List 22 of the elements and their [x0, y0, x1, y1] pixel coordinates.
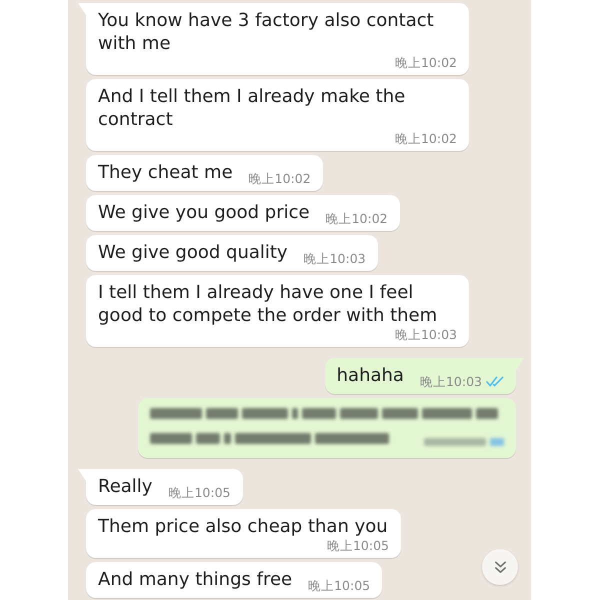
message-text: We give you good price	[98, 201, 310, 224]
message-text: I tell them I already have one I feel good to compete the order with them	[98, 281, 438, 327]
message-time: 晚上10:02	[248, 171, 311, 186]
message-text: hahaha	[336, 364, 404, 387]
message-time: 晚上10:05	[168, 485, 230, 500]
message-text: You know have 3 factory also contact with me	[98, 9, 435, 55]
message-text: Really	[98, 475, 152, 498]
message-time: 晚上10:02	[394, 55, 457, 70]
message-time: 晚上10:03	[394, 327, 457, 342]
message-time: 晚上10:02	[394, 131, 457, 146]
message-text: They cheat me	[98, 161, 233, 184]
scroll-down-button[interactable]	[482, 549, 518, 585]
message-text: And many things free	[98, 568, 292, 591]
message-text: We give good quality	[98, 241, 288, 264]
message-text: And I tell them I already make the contract	[98, 85, 406, 131]
message-time: 晚上10:05	[326, 538, 389, 553]
message-time: 晚上10:03	[420, 374, 482, 389]
message-text: Them price also cheap than you	[98, 515, 388, 538]
message-time: 晚上10:02	[326, 211, 388, 226]
message-time: 晚上10:05	[308, 578, 370, 593]
double-chevron-down-icon	[492, 560, 508, 574]
message-time: 晚上10:03	[304, 251, 366, 266]
